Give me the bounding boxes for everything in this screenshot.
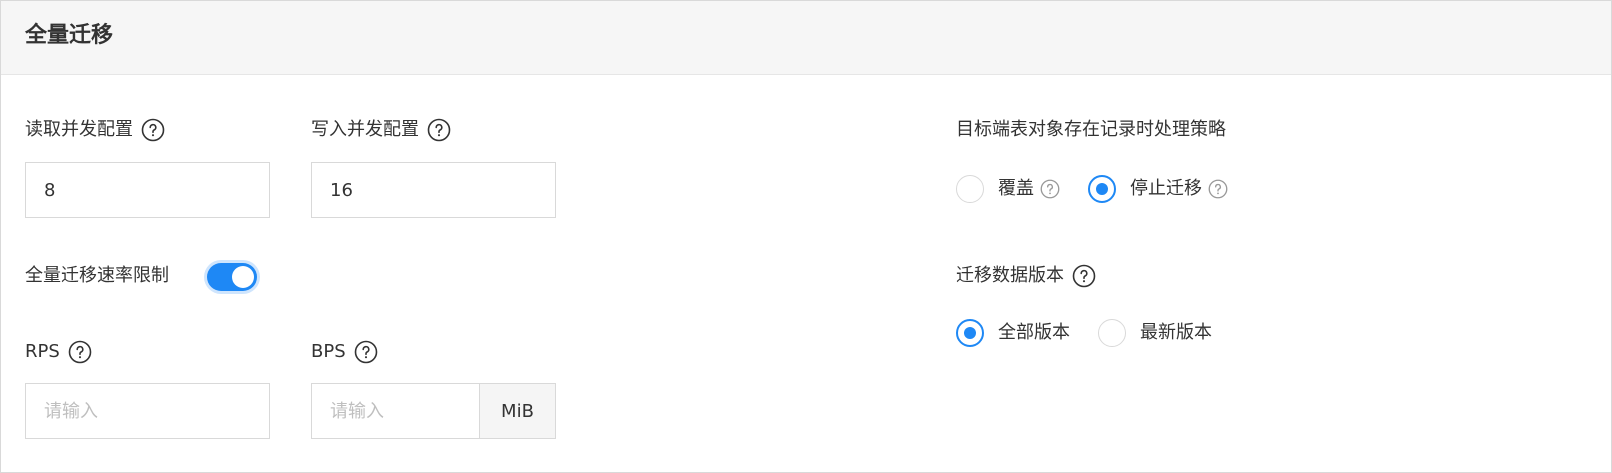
panel-title: 全量迁移 — [25, 23, 114, 48]
radio-unchecked-icon — [956, 175, 984, 203]
radio-label: 最新版本 — [1140, 322, 1212, 343]
bps-label-row: BPS — [311, 339, 378, 365]
question-circle-icon[interactable] — [1040, 179, 1060, 199]
rps-label-row: RPS — [25, 339, 92, 365]
radio-label: 全部版本 — [998, 322, 1070, 343]
radio-overwrite[interactable]: 覆盖 — [956, 175, 1060, 203]
bps-label: BPS — [311, 341, 346, 362]
radio-label: 停止迁移 — [1130, 178, 1202, 199]
read-concurrency-label: 读取并发配置 — [25, 119, 133, 140]
full-migration-panel: 全量迁移 读取并发配置 写入并发配置 全量迁移速率限制 RPS BPS MiB — [0, 0, 1612, 473]
data-version-label: 迁移数据版本 — [956, 265, 1064, 286]
toggle-knob — [232, 266, 254, 288]
rate-limit-label: 全量迁移速率限制 — [25, 265, 169, 286]
write-concurrency-label: 写入并发配置 — [311, 119, 419, 140]
rps-input[interactable] — [25, 383, 270, 439]
conflict-policy-radio-group: 覆盖 停止迁移 — [956, 175, 1256, 203]
rps-label: RPS — [25, 341, 60, 362]
question-circle-icon[interactable] — [1072, 264, 1096, 288]
bps-input[interactable] — [311, 383, 480, 439]
radio-checked-icon — [956, 319, 984, 347]
question-circle-icon[interactable] — [354, 340, 378, 364]
write-concurrency-input[interactable] — [311, 162, 556, 218]
bps-unit-addon: MiB — [480, 383, 556, 439]
read-concurrency-label-row: 读取并发配置 — [25, 117, 165, 143]
radio-checked-icon — [1088, 175, 1116, 203]
write-concurrency-label-row: 写入并发配置 — [311, 117, 451, 143]
radio-unchecked-icon — [1098, 319, 1126, 347]
conflict-policy-label: 目标端表对象存在记录时处理策略 — [956, 119, 1226, 140]
question-circle-icon[interactable] — [1208, 179, 1228, 199]
radio-all-versions[interactable]: 全部版本 — [956, 319, 1070, 347]
question-circle-icon[interactable] — [427, 118, 451, 142]
radio-stop-migration[interactable]: 停止迁移 — [1088, 175, 1228, 203]
data-version-radio-group: 全部版本 最新版本 — [956, 319, 1240, 347]
radio-label: 覆盖 — [998, 178, 1034, 199]
question-circle-icon[interactable] — [141, 118, 165, 142]
read-concurrency-input[interactable] — [25, 162, 270, 218]
data-version-label-row: 迁移数据版本 — [956, 263, 1096, 289]
radio-latest-version[interactable]: 最新版本 — [1098, 319, 1212, 347]
panel-header: 全量迁移 — [1, 1, 1611, 75]
rate-limit-toggle[interactable] — [207, 263, 257, 291]
question-circle-icon[interactable] — [68, 340, 92, 364]
